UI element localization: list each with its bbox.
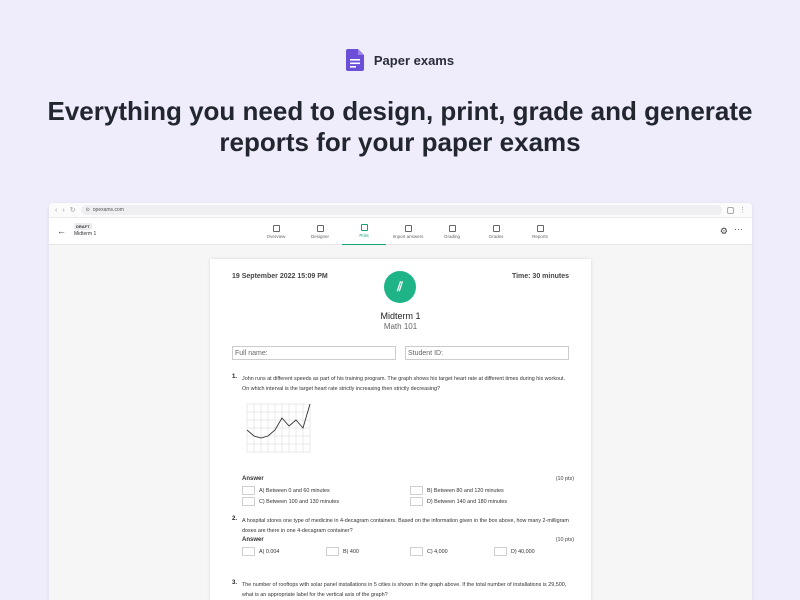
option-text: D) 40,000	[511, 548, 535, 555]
tab-label: Reports	[532, 233, 548, 239]
tab-grades[interactable]: Grades	[474, 218, 518, 245]
answer-option: B) 400	[326, 547, 359, 556]
question-text: John runs at different speeds as part of…	[242, 376, 566, 392]
option-text: A) Between 0 and 60 minutes	[259, 487, 330, 494]
designer-icon	[316, 224, 324, 232]
question-points: (10 pts)	[555, 476, 574, 482]
tab-overview[interactable]: Overview	[254, 218, 298, 245]
reports-icon	[536, 224, 544, 232]
browser-window: ‹ › ↻ ⊙ opexams.com ⋮ ← DRAFT Midterm 1 …	[49, 203, 752, 600]
answer-option: C) Between 100 and 130 minutes	[242, 497, 339, 506]
import-icon	[404, 224, 412, 232]
tab-label: Designer	[310, 233, 329, 239]
question-text: A hospital stores one type of medicine i…	[242, 518, 569, 534]
option-text: A) 0.004	[259, 548, 280, 555]
full-name-field: Full name:	[232, 346, 396, 360]
answer-option: A) Between 0 and 60 minutes	[242, 486, 330, 495]
option-text: C) 4,000	[427, 548, 448, 555]
exam-paper-preview: 19 September 2022 15:09 PM Time: 30 minu…	[210, 259, 591, 600]
status-badge: DRAFT	[74, 223, 92, 230]
headline-line-1: Everything you need to design, print, gr…	[47, 96, 753, 126]
browser-back-icon[interactable]: ‹	[55, 207, 57, 214]
browser-menu-icon[interactable]: ⋮	[739, 206, 746, 214]
answer-bubble	[242, 486, 255, 495]
headline: Everything you need to design, print, gr…	[40, 96, 760, 158]
exam-title: Midterm 1	[74, 231, 97, 237]
extension-icon[interactable]	[727, 206, 734, 214]
tab-label: Overview	[266, 233, 286, 239]
option-text: B) Between 80 and 120 minutes	[427, 487, 504, 494]
grades-icon	[492, 224, 500, 232]
question-2: 2. A hospital stores one type of medicin…	[232, 516, 574, 566]
answer-option: D) Between 140 and 180 minutes	[410, 497, 507, 506]
heart-rate-graph	[246, 403, 311, 453]
question-1: 1. John runs at different speeds as part…	[232, 374, 574, 495]
answer-label: Answer	[242, 537, 264, 543]
answer-bubble	[410, 547, 423, 556]
back-arrow-icon[interactable]: ←	[57, 226, 66, 236]
print-icon	[360, 224, 368, 231]
answer-bubble	[326, 547, 339, 556]
answer-option: C) 4,000	[410, 547, 448, 556]
tab-grading[interactable]: Grading	[430, 218, 474, 245]
answer-bubble	[242, 497, 255, 506]
brand-header: Paper exams	[0, 49, 800, 71]
paper-exams-logo-icon	[345, 49, 364, 71]
tab-reports[interactable]: Reports	[518, 218, 562, 245]
answer-option: D) 40,000	[494, 547, 535, 556]
answer-bubble	[410, 486, 423, 495]
grading-icon	[448, 224, 456, 232]
exam-time-limit: Time: 30 minutes	[511, 273, 569, 280]
browser-reload-icon[interactable]: ↻	[70, 206, 76, 214]
exam-date: 19 September 2022 15:09 PM	[232, 273, 328, 280]
more-options-icon[interactable]: ···	[734, 224, 743, 234]
answer-bubble	[410, 497, 423, 506]
question-number: 3.	[232, 580, 238, 586]
question-number: 2.	[232, 516, 238, 522]
option-text: B) 400	[343, 548, 359, 555]
tab-label: Grades	[488, 233, 504, 239]
question-number: 1.	[232, 374, 238, 380]
settings-gear-icon[interactable]: ⚙	[720, 226, 728, 237]
lock-icon: ⊙	[85, 207, 90, 213]
tab-designer[interactable]: Designer	[298, 218, 342, 245]
app-toolbar: ← DRAFT Midterm 1 Overview Designer Prin…	[49, 218, 752, 245]
option-text: C) Between 100 and 130 minutes	[259, 498, 340, 505]
paper-title: Midterm 1	[380, 311, 421, 321]
headline-line-2: reports for your paper exams	[219, 127, 581, 157]
option-text: D) Between 140 and 180 minutes	[427, 498, 508, 505]
browser-chrome: ‹ › ↻ ⊙ opexams.com ⋮	[49, 203, 752, 218]
tab-label: Grading	[443, 233, 460, 239]
overview-icon	[272, 224, 280, 232]
question-1-options-row-2: C) Between 100 and 130 minutes D) Betwee…	[232, 497, 572, 511]
tab-label: Import answers	[392, 233, 424, 239]
address-bar[interactable]: ⊙ opexams.com	[80, 205, 722, 215]
tab-label: Print	[359, 233, 369, 238]
paper-subject: Math 101	[383, 322, 418, 331]
tab-import-answers[interactable]: Import answers	[386, 218, 430, 245]
answer-bubble	[494, 547, 507, 556]
question-points: (10 pts)	[555, 537, 574, 543]
product-name: Paper exams	[373, 52, 455, 68]
exam-tabs: Overview Designer Print Import answers G…	[254, 218, 562, 245]
school-logo-icon: ⫽	[384, 271, 416, 303]
answer-option: B) Between 80 and 120 minutes	[410, 486, 504, 495]
answer-label: Answer	[242, 476, 264, 482]
question-text: The number of rooftops with solar panel …	[242, 582, 567, 598]
student-id-field: Student ID:	[405, 346, 569, 360]
url-text: opexams.com	[92, 207, 124, 213]
answer-option: A) 0.004	[242, 547, 279, 556]
tab-print[interactable]: Print	[342, 218, 386, 245]
browser-forward-icon[interactable]: ›	[62, 207, 64, 214]
question-3: 3. The number of rooftops with solar pan…	[232, 580, 572, 600]
answer-bubble	[242, 547, 255, 556]
